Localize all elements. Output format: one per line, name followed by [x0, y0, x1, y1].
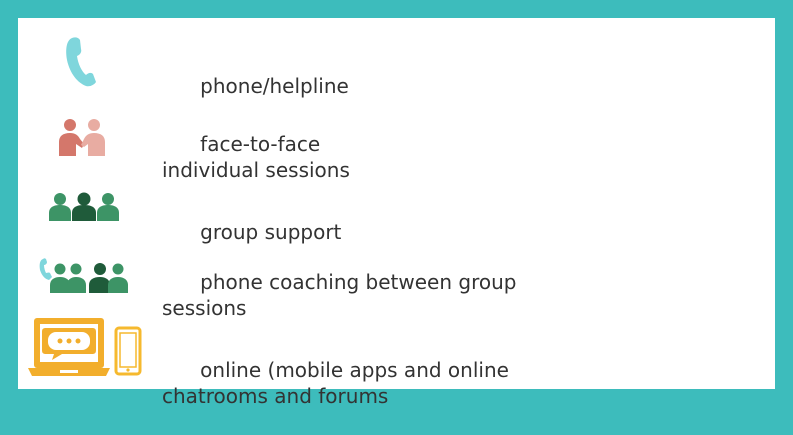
phone-coaching-icon — [39, 258, 128, 293]
legend-panel: phone/helpline face-to-face individual se… — [18, 18, 775, 408]
phone-icon — [66, 37, 96, 87]
group-icon — [49, 192, 119, 221]
online-devices-icon — [28, 318, 142, 376]
legend-label-online: online (mobile apps and online chatrooms … — [162, 358, 509, 408]
face-to-face-icon — [59, 119, 105, 156]
